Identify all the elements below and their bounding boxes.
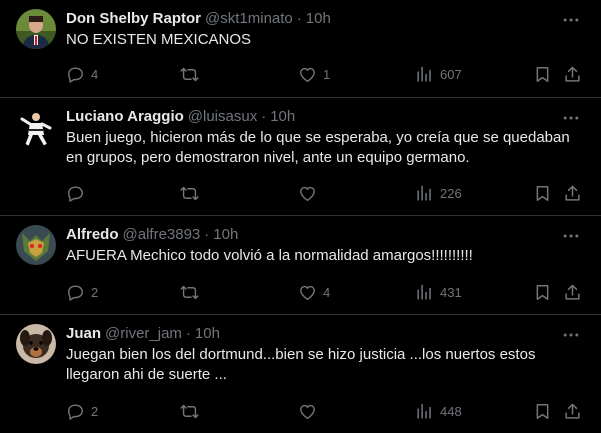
views-button[interactable]: 226	[415, 182, 462, 204]
heart-icon	[298, 402, 317, 421]
tweet-actions: 4 1 607	[58, 63, 593, 85]
retweet-button[interactable]	[180, 400, 205, 422]
reply-button[interactable]: 2	[66, 281, 98, 303]
bookmark-icon	[533, 283, 552, 302]
reply-count: 2	[91, 284, 99, 300]
like-count: 1	[323, 66, 331, 82]
share-icon	[563, 65, 582, 84]
view-count: 448	[440, 403, 462, 419]
retweet-icon	[180, 184, 199, 203]
tweet-header: Alfredo @alfre3893 · 10h	[66, 225, 238, 245]
share-button[interactable]	[563, 281, 582, 303]
display-name[interactable]: Luciano Araggio	[66, 108, 184, 125]
tweet-header: Luciano Araggio @luisasux · 10h	[66, 107, 295, 127]
timestamp[interactable]: 10h	[306, 10, 331, 27]
separator-dot: ·	[296, 10, 302, 27]
avatar[interactable]	[16, 107, 56, 147]
timestamp[interactable]: 10h	[213, 226, 238, 243]
views-icon	[415, 184, 434, 203]
user-handle[interactable]: @skt1minato	[205, 10, 293, 27]
like-count: 4	[323, 284, 331, 300]
user-handle[interactable]: @alfre3893	[123, 226, 201, 243]
retweet-button[interactable]	[180, 182, 205, 204]
share-button[interactable]	[563, 182, 582, 204]
views-icon	[415, 402, 434, 421]
like-button[interactable]	[298, 182, 323, 204]
share-button[interactable]	[563, 63, 582, 85]
bookmark-button[interactable]	[533, 281, 552, 303]
display-name[interactable]: Juan	[66, 325, 101, 342]
avatar[interactable]	[16, 225, 56, 265]
tweet-actions: 2 4 431	[58, 281, 593, 303]
tweet-actions: 226	[58, 182, 593, 204]
heart-icon	[298, 65, 317, 84]
tweet-text: Buen juego, hicieron más de lo que se es…	[66, 129, 570, 166]
share-icon	[563, 402, 582, 421]
share-button[interactable]	[563, 400, 582, 422]
reply-button[interactable]: 2	[66, 400, 98, 422]
more-icon[interactable]	[561, 10, 581, 30]
more-icon[interactable]	[561, 108, 581, 128]
avatar[interactable]	[16, 9, 56, 49]
views-icon	[415, 283, 434, 302]
reply-count: 4	[91, 66, 99, 82]
view-count: 226	[440, 185, 462, 201]
tweet-text: AFUERA Mechico todo volvió a la normalid…	[66, 247, 473, 264]
separator-dot: ·	[261, 108, 267, 125]
tweet-text: Juegan bien los del dortmund...bien se h…	[66, 346, 536, 383]
like-button[interactable]: 1	[298, 63, 330, 85]
separator-dot: ·	[185, 325, 191, 342]
tweet-text: NO EXISTEN MEXICANOS	[66, 31, 252, 48]
tweet[interactable]: Luciano Araggio @luisasux · 10h Buen juego,…	[0, 98, 601, 216]
bookmark-button[interactable]	[533, 63, 552, 85]
avatar[interactable]	[16, 324, 56, 364]
views-icon	[415, 65, 434, 84]
bookmark-icon	[533, 402, 552, 421]
separator-dot: ·	[204, 226, 210, 243]
reply-icon	[66, 184, 85, 203]
retweet-button[interactable]	[180, 281, 205, 303]
more-icon[interactable]	[561, 226, 581, 246]
heart-icon	[298, 283, 317, 302]
tweet-header: Juan @river_jam · 10h	[66, 324, 220, 344]
retweet-button[interactable]	[180, 63, 205, 85]
tweet[interactable]: Juan @river_jam · 10h Juegan bien los del d…	[0, 315, 601, 433]
bookmark-button[interactable]	[533, 182, 552, 204]
views-button[interactable]: 607	[415, 63, 462, 85]
timestamp[interactable]: 10h	[270, 108, 295, 125]
views-button[interactable]: 448	[415, 400, 462, 422]
more-icon[interactable]	[561, 325, 581, 345]
like-button[interactable]	[298, 400, 323, 422]
display-name[interactable]: Alfredo	[66, 226, 119, 243]
share-icon	[563, 283, 582, 302]
display-name[interactable]: Don Shelby Raptor	[66, 10, 201, 27]
user-handle[interactable]: @luisasux	[188, 108, 257, 125]
tweet[interactable]: Don Shelby Raptor @skt1minato · 10h NO EXIS…	[0, 0, 601, 98]
view-count: 431	[440, 284, 462, 300]
view-count: 607	[440, 66, 462, 82]
retweet-icon	[180, 65, 199, 84]
tweet-actions: 2 448	[58, 400, 593, 422]
retweet-icon	[180, 402, 199, 421]
user-handle[interactable]: @river_jam	[105, 325, 182, 342]
like-button[interactable]: 4	[298, 281, 330, 303]
tweet-feed: Don Shelby Raptor @skt1minato · 10h NO EXIS…	[0, 0, 601, 433]
reply-icon	[66, 65, 85, 84]
tweet-header: Don Shelby Raptor @skt1minato · 10h	[66, 9, 331, 29]
reply-icon	[66, 402, 85, 421]
heart-icon	[298, 184, 317, 203]
bookmark-icon	[533, 65, 552, 84]
timestamp[interactable]: 10h	[195, 325, 220, 342]
reply-count: 2	[91, 403, 99, 419]
reply-button[interactable]: 4	[66, 63, 98, 85]
views-button[interactable]: 431	[415, 281, 462, 303]
share-icon	[563, 184, 582, 203]
reply-icon	[66, 283, 85, 302]
tweet[interactable]: Alfredo @alfre3893 · 10h AFUERA Mechico tod…	[0, 216, 601, 315]
bookmark-button[interactable]	[533, 400, 552, 422]
reply-button[interactable]	[66, 182, 91, 204]
retweet-icon	[180, 283, 199, 302]
bookmark-icon	[533, 184, 552, 203]
